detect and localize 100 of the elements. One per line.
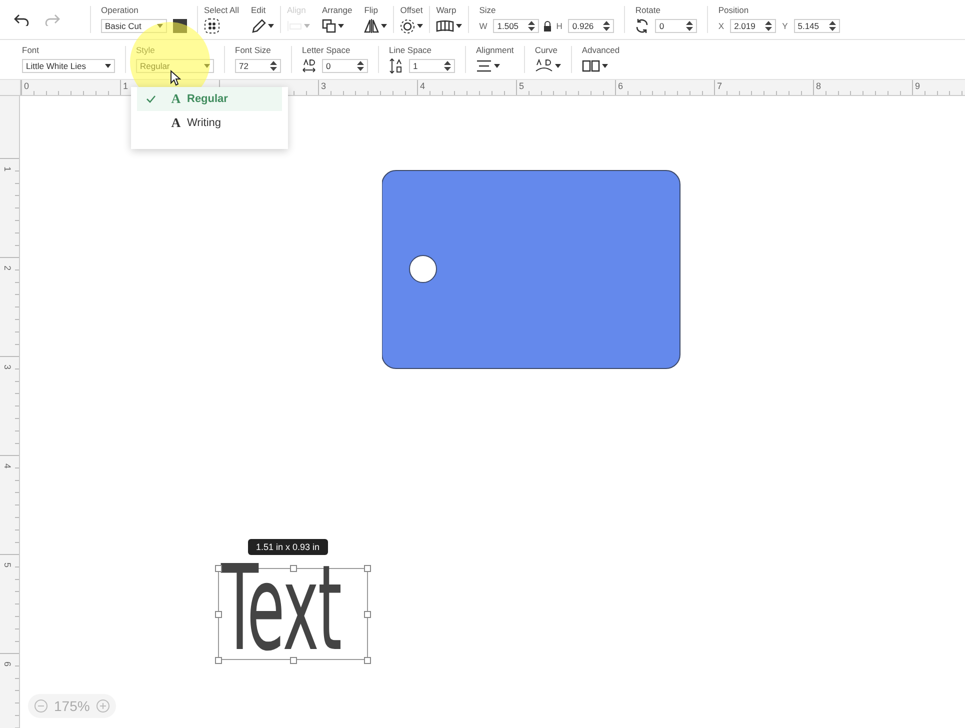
- caret-icon: [157, 24, 163, 28]
- resize-handle[interactable]: [215, 657, 222, 664]
- flip-icon: [364, 19, 380, 33]
- pencil-icon: [250, 18, 266, 34]
- ruler-number: 9: [915, 81, 920, 91]
- arrange-icon: [322, 19, 336, 33]
- spinner-icon[interactable]: [603, 21, 610, 31]
- position-label: Position: [718, 5, 750, 15]
- font-preview: A: [170, 91, 182, 107]
- x-position-field[interactable]: 2.019: [730, 19, 776, 33]
- text-option-button[interactable]: [476, 58, 500, 74]
- advanced-icon: [582, 60, 600, 72]
- field-label: Advanced: [582, 45, 620, 55]
- caret-icon: [602, 64, 608, 68]
- tool-label: Edit: [250, 5, 267, 15]
- caret-icon: [494, 64, 500, 68]
- option-label: Regular: [187, 93, 228, 105]
- rotate-field[interactable]: 0: [655, 19, 698, 33]
- spinner-icon[interactable]: [444, 61, 451, 71]
- undo-button[interactable]: [14, 12, 30, 28]
- font-size-field[interactable]: 72: [235, 59, 281, 73]
- option-label: Writing: [187, 117, 222, 129]
- height-field[interactable]: 0.926: [568, 19, 614, 33]
- operation-dropdown[interactable]: Basic Cut: [101, 19, 167, 33]
- text-option-button[interactable]: [582, 58, 608, 74]
- field-label: Style: [136, 45, 156, 55]
- size-tooltip: 1.51 in x 0.93 in: [248, 539, 328, 555]
- x-label: X: [718, 21, 724, 31]
- caret-icon: [338, 24, 344, 28]
- tool-label: Warp: [436, 5, 458, 15]
- resize-handle[interactable]: [364, 657, 371, 664]
- field-label: Line Space: [389, 45, 433, 55]
- width-field[interactable]: 1.505: [493, 19, 540, 33]
- caret-icon: [268, 24, 274, 28]
- caret-icon: [417, 24, 424, 28]
- resize-handle[interactable]: [215, 611, 222, 618]
- align-center-icon: [476, 60, 492, 72]
- y-position-field[interactable]: 5.145: [794, 19, 840, 33]
- ruler-number: 2: [2, 266, 12, 270]
- caret-icon: [304, 24, 310, 28]
- style-option[interactable]: A Regular: [137, 87, 282, 111]
- resize-handle[interactable]: [290, 565, 297, 572]
- ruler-number: 8: [816, 81, 822, 91]
- field-label: Alignment: [476, 45, 514, 55]
- ruler-number: 4: [420, 81, 426, 91]
- resize-handle[interactable]: [364, 565, 371, 572]
- undo-icon: [14, 14, 30, 26]
- field-label: Curve: [534, 45, 558, 55]
- dropdown-field[interactable]: Little White Lies: [22, 59, 115, 73]
- ruler-number: 6: [2, 662, 12, 666]
- rotate-icon: [635, 19, 650, 33]
- ruler-number: 3: [321, 81, 326, 91]
- resize-handle[interactable]: [290, 657, 297, 664]
- ruler-number: 1: [123, 81, 128, 91]
- text-option-button[interactable]: [534, 58, 561, 74]
- tool-label: Select All: [204, 5, 239, 15]
- ruler-number: 3: [2, 364, 12, 370]
- rotate-label: Rotate: [635, 5, 662, 15]
- tool-label: Arrange: [322, 5, 352, 15]
- check-icon: [146, 95, 156, 103]
- operation-label: Operation: [101, 5, 140, 15]
- width-label: W: [479, 21, 488, 31]
- spacing-field[interactable]: 0: [322, 59, 368, 73]
- spinner-icon[interactable]: [686, 21, 694, 31]
- style-option[interactable]: A Writing: [137, 111, 282, 135]
- spinner-icon[interactable]: [528, 21, 536, 31]
- caret-icon: [554, 64, 561, 68]
- ruler-number: 5: [519, 81, 524, 91]
- tool-label: Flip: [364, 5, 379, 15]
- spinner-icon[interactable]: [270, 61, 277, 71]
- field-label: Font Size: [235, 45, 272, 55]
- caret-icon: [456, 24, 462, 28]
- ruler-number: 6: [618, 81, 624, 91]
- tool-button[interactable]: [436, 18, 462, 34]
- resize-handle[interactable]: [215, 565, 222, 572]
- ruler-number: 0: [24, 81, 30, 91]
- redo-icon: [44, 14, 60, 26]
- field-label: Font: [22, 45, 40, 55]
- tool-label: Offset: [400, 5, 424, 15]
- spacing-field[interactable]: 1: [409, 59, 455, 73]
- height-label: H: [556, 21, 562, 31]
- spinner-icon[interactable]: [765, 21, 772, 31]
- spinner-icon[interactable]: [828, 21, 836, 31]
- ruler-number: 1: [2, 166, 12, 172]
- material-color-swatch[interactable]: [173, 19, 187, 33]
- ruler-number: 7: [717, 81, 722, 91]
- caret-icon: [204, 64, 210, 68]
- lock-icon[interactable]: [543, 20, 552, 32]
- ruler-number: 5: [2, 562, 12, 568]
- field-label: Letter Space: [302, 45, 352, 55]
- spinner-icon[interactable]: [357, 61, 364, 71]
- size-label: Size: [479, 5, 497, 15]
- y-label: Y: [782, 21, 788, 31]
- resize-handle[interactable]: [364, 611, 371, 618]
- tool-button[interactable]: [364, 18, 388, 34]
- line-space-icon: [389, 58, 403, 74]
- curve-text-icon: [534, 59, 553, 73]
- tool-button[interactable]: [250, 18, 274, 34]
- tool-button[interactable]: [400, 18, 424, 34]
- font-preview: A: [170, 115, 182, 131]
